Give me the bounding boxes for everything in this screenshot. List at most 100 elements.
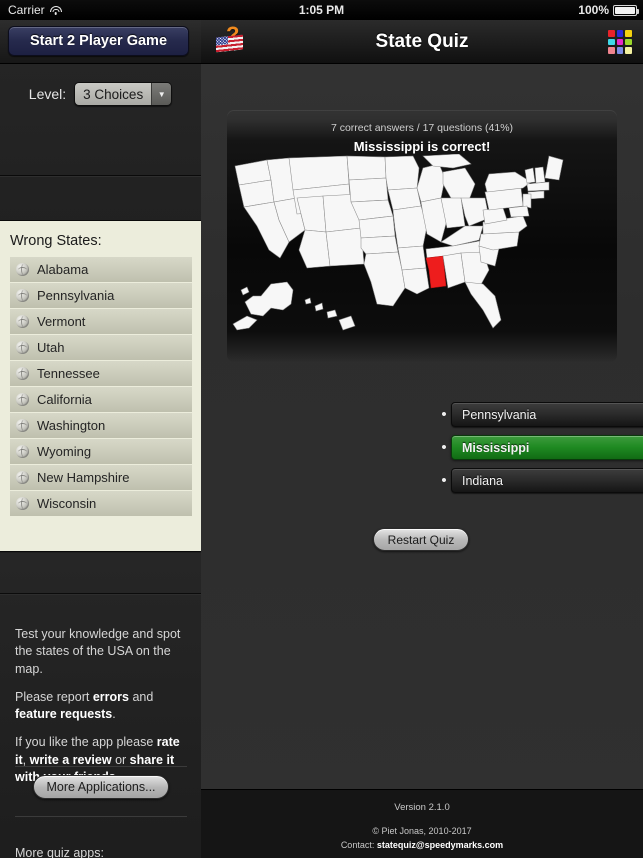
answer-row: • Mississippi [437,435,643,460]
list-item-label: Wyoming [37,444,92,459]
globe-icon [16,419,29,432]
start-two-player-game-button[interactable]: Start 2 Player Game [8,26,189,56]
info-hr-1 [15,766,187,767]
answer-row: • Pennsylvania [437,402,643,427]
status-bar-right: 100% [578,3,639,17]
grid-cell [625,30,632,37]
copyright-block: © Piet Jonas, 2010-2017 Contact: statequ… [201,825,643,852]
version-label: Version 2.1.0 [394,802,450,813]
grid-cell [608,30,615,37]
globe-icon [16,367,29,380]
list-item[interactable]: Vermont [10,309,192,335]
feature-requests-link[interactable]: feature requests [15,707,112,721]
info-p3-c: , [22,752,30,767]
more-applications-button[interactable]: More Applications... [33,775,169,799]
errors-link[interactable]: errors [93,690,129,704]
more-quiz-apps-label: More quiz apps: [15,846,104,858]
list-item-label: California [37,392,92,407]
status-bar: Carrier 1:05 PM 100% [0,0,643,20]
list-item-label: New Hampshire [37,470,130,485]
globe-icon [16,393,29,406]
list-item[interactable]: Alabama [10,257,192,283]
write-review-link[interactable]: write a review [30,753,112,767]
sidebar-toolbar: Start 2 Player Game [0,20,201,64]
footer: Version 2.1.0 © Piet Jonas, 2010-2017 Co… [201,789,643,858]
bullet-icon: • [441,472,447,489]
info-p3-e: or [111,752,130,767]
info-hr-2 [15,816,187,817]
list-item-label: Vermont [37,314,86,329]
answer-choice-3[interactable]: Indiana [451,468,643,493]
list-item-label: Washington [37,418,106,433]
app-window: Carrier 1:05 PM 100% Start 2 Player Game… [0,0,643,858]
answer-choice-1[interactable]: Pennsylvania [451,402,643,427]
list-item[interactable]: California [10,387,192,413]
globe-icon [16,341,29,354]
sidebar-divider-1 [0,175,201,176]
bullet-icon: • [441,439,447,456]
battery-full-icon [613,4,639,16]
grid-cell [616,47,624,54]
main-content: ? State Quiz 7 correct answers / 17 ques… [201,20,643,858]
status-bar-clock: 1:05 PM [298,3,345,17]
globe-icon [16,263,29,276]
app-grid-icon[interactable] [607,29,633,55]
grid-cell [625,38,632,46]
list-item-label: Pennsylvania [37,288,115,303]
navigation-bar: ? State Quiz [201,20,643,64]
list-item-label: Alabama [37,262,89,277]
level-select[interactable]: 3 Choices ▼ [74,82,173,106]
answer-row: • Indiana [437,468,643,493]
list-item-label: Utah [37,340,65,355]
list-item[interactable]: Pennsylvania [10,283,192,309]
list-item[interactable]: Wyoming [10,439,192,465]
contact-email[interactable]: statequiz@speedymarks.com [377,840,503,850]
info-paragraph-2: Please report errors and feature request… [15,689,187,724]
contact-prefix: Contact: [340,839,377,850]
level-select-value[interactable]: 3 Choices [75,83,152,105]
info-p2-c: and [128,689,154,704]
info-p3-a: If you like the app please [15,735,157,750]
list-item[interactable]: New Hampshire [10,465,192,491]
info-p2-a: Please report [15,689,93,704]
sidebar-info-text: Test your knowledge and spot the states … [15,626,187,797]
sidebar-info-block: Test your knowledge and spot the states … [0,553,201,858]
list-item[interactable]: Utah [10,335,192,361]
globe-icon [16,471,29,484]
usa-map[interactable] [227,154,617,354]
page-title: State Quiz [375,30,469,52]
wrong-states-list: Alabama Pennsylvania Vermont Utah Tennes… [10,257,192,517]
level-label: Level: [28,86,67,102]
list-item[interactable]: Washington [10,413,192,439]
sidebar: Start 2 Player Game Level: 3 Choices ▼ W… [0,20,201,858]
wrong-states-title: Wrong States: [10,233,102,249]
globe-icon [16,445,29,458]
battery-percent-label: 100% [578,3,609,17]
list-item[interactable]: Tennessee [10,361,192,387]
contact-line: Contact: statequiz@speedymarks.com [201,839,643,853]
grid-cell [625,47,632,54]
list-item[interactable]: Wisconsin [10,491,192,517]
wrong-states-panel: Wrong States: Alabama Pennsylvania Vermo… [0,220,201,552]
grid-cell [616,38,624,46]
quiz-stats-label: 7 correct answers / 17 questions (41%) [330,122,514,134]
quiz-result-label: Mississippi is correct! [353,139,491,154]
answer-choice-2[interactable]: Mississippi [451,435,643,460]
level-selector-row: Level: 3 Choices ▼ [0,64,201,124]
bullet-icon: • [441,406,447,423]
chevron-down-icon[interactable]: ▼ [151,83,172,105]
globe-icon [16,289,29,302]
sidebar-divider-2 [0,593,201,594]
restart-quiz-button[interactable]: Restart Quiz [373,528,469,551]
globe-icon [16,497,29,510]
grid-cell [608,47,615,54]
grid-cell [608,38,615,46]
list-item-label: Wisconsin [37,496,97,511]
info-paragraph-1: Test your knowledge and spot the states … [15,627,181,676]
list-item-label: Tennessee [37,366,100,381]
info-p2-e: . [112,707,116,721]
copyright-label: © Piet Jonas, 2010-2017 [372,826,472,836]
map-card: 7 correct answers / 17 questions (41%) M… [227,110,617,362]
globe-icon [16,315,29,328]
grid-cell [616,30,624,37]
